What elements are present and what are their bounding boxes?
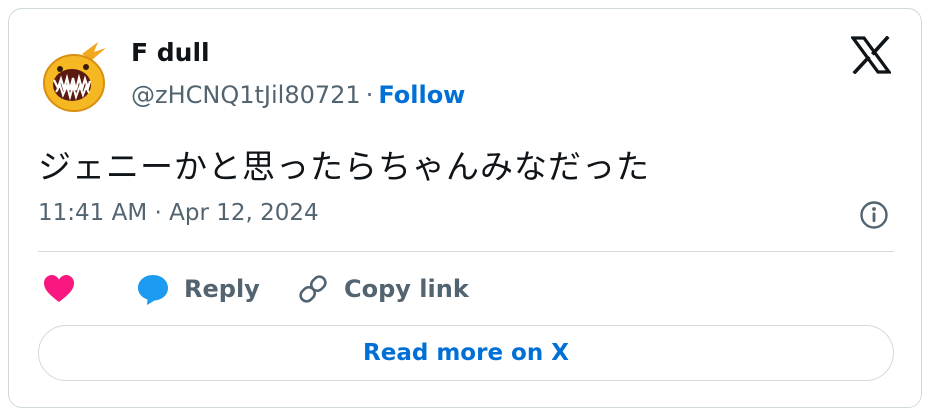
- tweet-text: ジェニーかと思ったらちゃんみなだった: [38, 147, 650, 186]
- author-handle[interactable]: @zHCNQ1tJil80721: [131, 81, 361, 109]
- divider: [38, 251, 894, 252]
- monster-avatar-icon: [43, 42, 106, 112]
- like-button[interactable]: [42, 270, 76, 308]
- link-icon: [299, 275, 327, 303]
- reply-label: Reply: [184, 275, 260, 303]
- handle-separator: ·: [365, 81, 374, 109]
- copy-link-label: Copy link: [344, 275, 469, 303]
- heart-icon: [44, 275, 74, 302]
- tweet-timestamp[interactable]: 11:41 AM · Apr 12, 2024: [38, 200, 319, 226]
- x-logo-icon[interactable]: [849, 35, 893, 75]
- author-handle-row: @zHCNQ1tJil80721 · Follow: [131, 81, 465, 109]
- author-display-name[interactable]: F dull: [131, 38, 210, 67]
- follow-link[interactable]: Follow: [378, 81, 465, 109]
- speech-bubble-icon: [138, 275, 168, 305]
- reply-button[interactable]: Reply: [136, 270, 260, 308]
- info-icon[interactable]: [859, 200, 889, 230]
- avatar[interactable]: [38, 38, 114, 114]
- copy-link-button[interactable]: Copy link: [296, 270, 469, 308]
- read-more-button[interactable]: Read more on X: [38, 325, 894, 381]
